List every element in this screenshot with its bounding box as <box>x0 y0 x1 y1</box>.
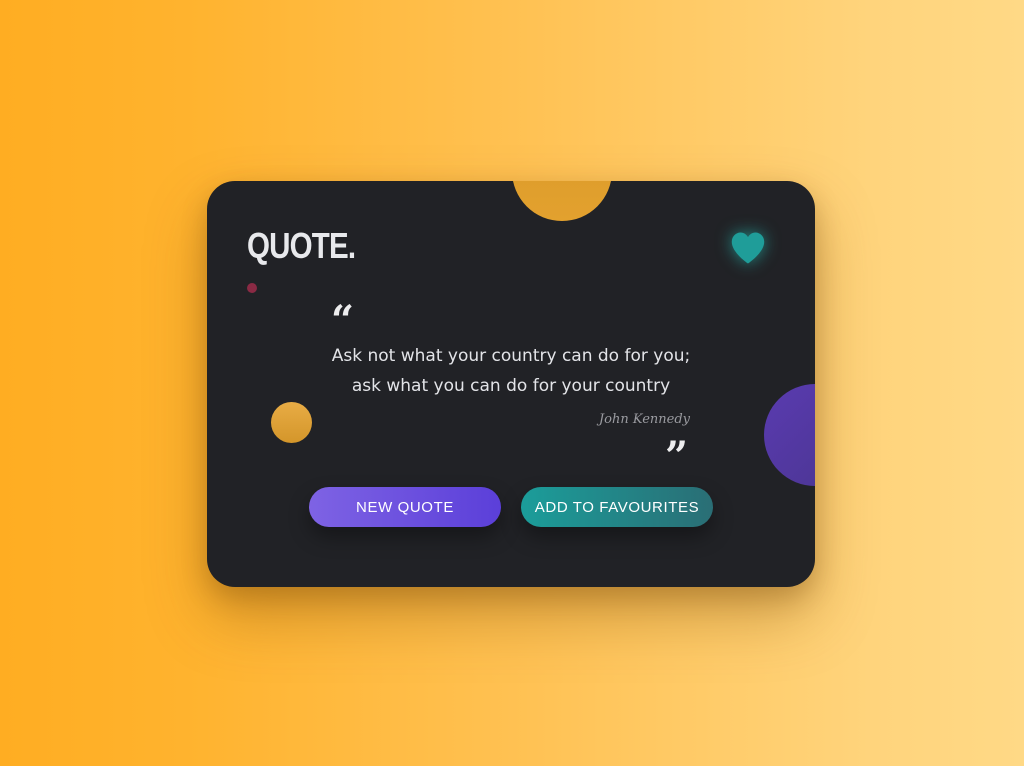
decorative-dot <box>247 283 257 293</box>
quote-author: John Kennedy <box>598 412 690 427</box>
new-quote-button[interactable]: NEW QUOTE <box>309 487 501 527</box>
quote-text: Ask not what your country can do for you… <box>287 341 735 401</box>
heart-icon[interactable] <box>729 231 767 265</box>
quote-line: Ask not what your country can do for you… <box>331 346 691 366</box>
decorative-circle-right <box>764 384 815 486</box>
open-quote-icon: “ <box>331 297 355 344</box>
close-quote-icon: ” <box>665 433 689 480</box>
quote-card: QUOTE. “ Ask not what your country can d… <box>207 181 815 587</box>
decorative-circle-top <box>512 181 612 221</box>
add-to-favourites-button[interactable]: ADD TO FAVOURITES <box>521 487 713 527</box>
logo: QUOTE. <box>247 225 356 266</box>
decorative-circle-left <box>271 402 312 443</box>
quote-line: ask what you can do for your country <box>351 376 671 396</box>
